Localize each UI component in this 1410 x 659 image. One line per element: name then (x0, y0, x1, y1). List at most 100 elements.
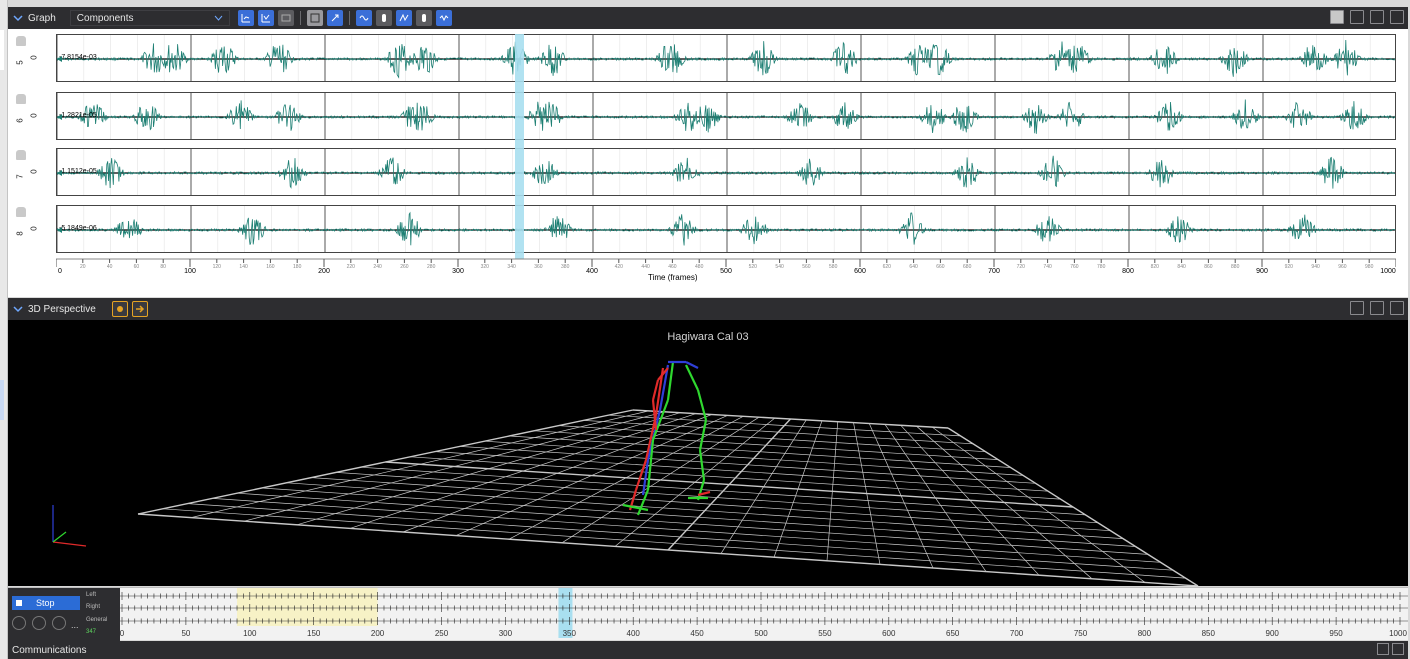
more-options-icon[interactable]: ... (71, 620, 79, 630)
row-lock-icon[interactable] (16, 94, 26, 104)
signal-plot[interactable]: -1.1512e-05 (56, 148, 1396, 196)
camera-follow-button[interactable] (131, 301, 148, 317)
graph-x-axis: 20 40 60 80 120 140 160 180 220 240 260 280 320 340 36… (56, 258, 1396, 286)
chevron-down-icon[interactable] (12, 303, 24, 315)
row-label: 7 (15, 174, 25, 179)
3d-viewport[interactable]: Hagiwara Cal 03 (8, 320, 1408, 586)
power-button[interactable] (32, 616, 46, 630)
target-icon (116, 306, 123, 312)
dock-tab[interactable] (0, 30, 4, 70)
signal-row-5: 5 0 -7.8154e-03 (8, 34, 1408, 82)
x-minor-tick-label: 580 (829, 264, 838, 270)
signal-plot[interactable]: -7.8154e-03 (56, 34, 1396, 82)
row-lock-icon[interactable] (16, 207, 26, 217)
graph-tool-button[interactable] (326, 10, 343, 26)
x-major-tick-label: 700 (988, 268, 1000, 275)
row-lock-icon[interactable] (16, 150, 26, 160)
timeline-tick-label: 150 (307, 629, 321, 638)
zoom-icon (331, 14, 339, 22)
graph-tool-button[interactable] (395, 10, 412, 26)
floor-grid-line (900, 425, 1040, 576)
timeline-tick-label: 850 (1202, 629, 1216, 638)
timeline-tick-label: 200 (371, 629, 385, 638)
x-minor-tick-label: 740 (1043, 264, 1052, 270)
x-minor-tick-label: 680 (963, 264, 972, 270)
x-major-tick-label: 600 (854, 268, 866, 275)
signal-plot[interactable]: -5.1849e-06 (56, 205, 1396, 253)
x-major-tick-label: 0 (58, 268, 62, 275)
x-minor-tick-label: 720 (1017, 264, 1026, 270)
close-icon[interactable] (1390, 10, 1404, 24)
x-major-tick-label: 200 (318, 268, 330, 275)
skeleton-bone (696, 389, 708, 421)
x-minor-tick-label: 40 (107, 264, 113, 270)
x-minor-tick-label: 80 (160, 264, 166, 270)
graph-area[interactable]: 5 0 -7.8154e-03 6 0 -1.2821e-05 7 0 -1.1512e-05 8… (8, 29, 1408, 297)
x-minor-tick-label: 180 (293, 264, 302, 270)
timeline-tick-label: 1000 (1389, 629, 1407, 638)
graph-tool-button[interactable] (237, 10, 254, 26)
chevron-down-icon[interactable] (12, 12, 24, 24)
graph-tool-button[interactable] (415, 10, 432, 26)
row-header: 70 (12, 148, 42, 196)
perspective-panel-header: 3D Perspective (8, 298, 1408, 320)
lock-icon[interactable] (1330, 10, 1344, 24)
split-horizontal-icon[interactable] (1350, 10, 1364, 24)
x-minor-tick-label: 640 (909, 264, 918, 270)
camera-target-button[interactable] (111, 301, 128, 317)
x-minor-tick-label: 460 (668, 264, 677, 270)
x-minor-tick-label: 560 (802, 264, 811, 270)
x-minor-tick-label: 240 (373, 264, 382, 270)
signal-trace (57, 149, 1395, 195)
stop-icon (16, 600, 22, 606)
split-horizontal-icon[interactable] (1350, 301, 1364, 315)
skeleton-bone (685, 364, 699, 391)
dock-tab[interactable] (0, 380, 4, 420)
row-label: 6 (15, 118, 25, 123)
signal-trace (57, 93, 1395, 139)
track-label-left: Left (86, 592, 97, 598)
row-value: -5.1849e-06 (59, 225, 97, 232)
split-vertical-icon[interactable] (1370, 301, 1384, 315)
signal-row-8: 8 0 -5.1849e-06 (8, 205, 1408, 253)
x-minor-tick-label: 120 (213, 264, 222, 270)
row-lock-icon[interactable] (16, 36, 26, 46)
graph-tool-button[interactable] (435, 10, 452, 26)
row-header: 50 (12, 34, 42, 82)
restore-icon[interactable] (1377, 643, 1389, 655)
timeline-tick-label: 900 (1266, 629, 1280, 638)
x-major-tick-label: 400 (586, 268, 598, 275)
x-minor-tick-label: 940 (1311, 264, 1320, 270)
timeline-scrubber[interactable]: 0 50 100 150 200 250 300 350 400 450 500 550 600 650 7… (120, 588, 1408, 641)
split-vertical-icon[interactable] (1370, 10, 1384, 24)
timeline-tick-label: 450 (690, 629, 704, 638)
x-axis-ticks: 20 40 60 80 120 140 160 180 220 240 260 280 320 340 36… (56, 258, 1396, 275)
x-minor-tick-label: 660 (936, 264, 945, 270)
timeline-tick-label: 400 (627, 629, 641, 638)
close-icon[interactable] (1392, 643, 1404, 655)
step-forward-button[interactable] (52, 616, 66, 630)
x-major-tick-label: 900 (1256, 268, 1268, 275)
graph-time-cursor[interactable] (515, 34, 524, 259)
signal-plot[interactable]: -1.2821e-05 (56, 92, 1396, 140)
timeline-tick-label: 950 (1329, 629, 1343, 638)
signal-row-7: 7 0 -1.1512e-05 (8, 148, 1408, 196)
stop-button[interactable]: Stop (12, 596, 80, 610)
x-minor-tick-label: 140 (239, 264, 248, 270)
view-mode-select[interactable]: Components (69, 10, 230, 26)
graph-tool-button[interactable] (277, 10, 294, 26)
signal-trace (57, 206, 1395, 252)
graph-tool-button[interactable] (306, 10, 323, 26)
x-minor-tick-label: 840 (1177, 264, 1186, 270)
graph-tool-button[interactable] (375, 10, 392, 26)
mouse-icon (421, 14, 426, 22)
close-icon[interactable] (1390, 301, 1404, 315)
x-minor-tick-label: 340 (507, 264, 516, 270)
graph-tool-button[interactable] (355, 10, 372, 26)
current-frame: 347 (86, 629, 97, 635)
graph-tool-button[interactable] (257, 10, 274, 26)
left-dock-strip[interactable] (0, 0, 8, 659)
x-minor-tick-label: 960 (1338, 264, 1347, 270)
step-back-button[interactable] (12, 616, 26, 630)
timeline-tick-label: 550 (818, 629, 832, 638)
